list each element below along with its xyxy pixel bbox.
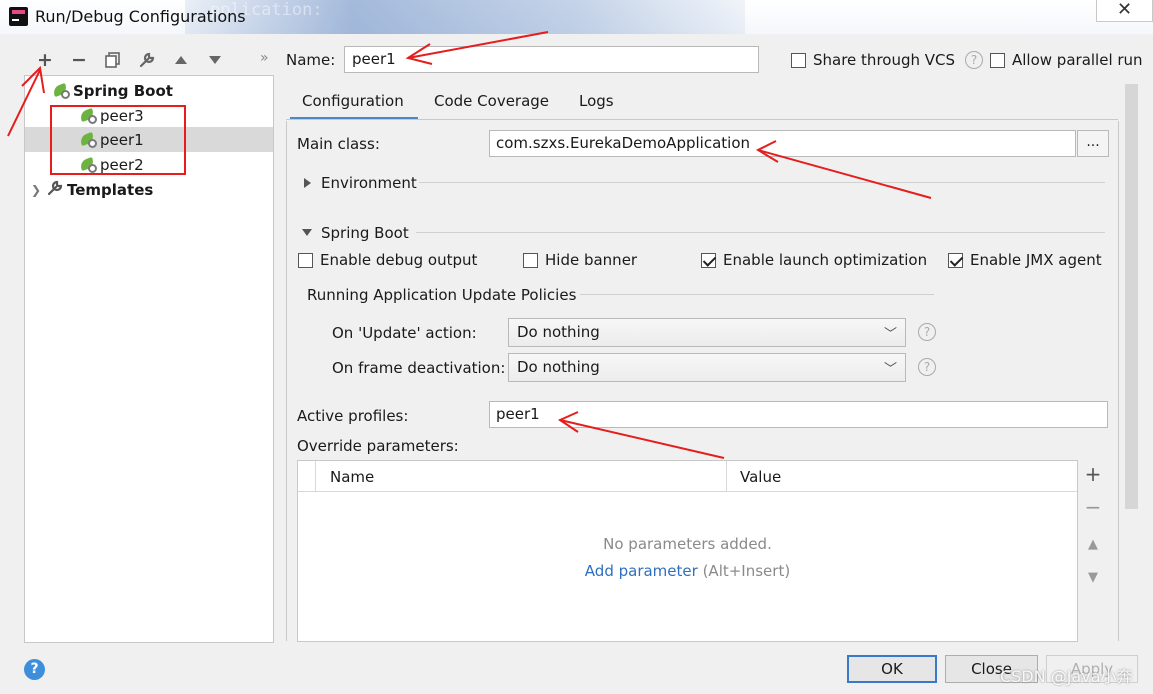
allow-parallel-label: Allow parallel run bbox=[1012, 51, 1143, 69]
table-header: Name Value bbox=[298, 461, 1077, 492]
checkbox-label: Enable debug output bbox=[320, 251, 478, 269]
active-profiles-label: Active profiles: bbox=[297, 407, 409, 425]
vertical-scrollbar[interactable] bbox=[1125, 84, 1138, 509]
on-update-label: On 'Update' action: bbox=[332, 324, 477, 342]
spring-boot-icon bbox=[51, 82, 70, 99]
column-header-value[interactable]: Value bbox=[740, 468, 781, 486]
add-parameter-link[interactable]: Add parameter bbox=[585, 562, 698, 580]
checkbox-label: Enable launch optimization bbox=[723, 251, 928, 269]
enable-launch-optimization-checkbox[interactable] bbox=[701, 252, 716, 268]
checkbox-label: Hide banner bbox=[545, 251, 638, 269]
chevron-right-icon[interactable]: ❯ bbox=[29, 183, 43, 197]
environment-section-label[interactable]: Environment bbox=[321, 174, 417, 192]
share-vcs-checkbox[interactable] bbox=[791, 52, 806, 68]
allow-parallel-checkbox[interactable] bbox=[990, 52, 1005, 68]
question-mark-icon[interactable]: ? bbox=[918, 323, 936, 341]
add-parameter-shortcut: (Alt+Insert) bbox=[702, 562, 791, 580]
tree-node-templates[interactable]: ❯ Templates bbox=[25, 177, 273, 202]
window-title: Run/Debug Configurations bbox=[35, 7, 246, 26]
main-class-field[interactable]: com.szxs.EurekaDemoApplication bbox=[489, 130, 1076, 157]
copy-icon bbox=[105, 52, 120, 68]
column-divider bbox=[315, 461, 316, 492]
question-mark-icon[interactable]: ? bbox=[965, 51, 984, 69]
parameters-side-toolbar: + − ▲ ▼ bbox=[1080, 462, 1106, 594]
tree-node-label: Templates bbox=[67, 180, 154, 199]
main-class-label: Main class: bbox=[297, 135, 380, 153]
select-value: Do nothing bbox=[517, 358, 600, 376]
enable-debug-output-checkbox[interactable] bbox=[298, 252, 313, 268]
column-divider bbox=[726, 461, 727, 492]
question-mark-icon[interactable]: ? bbox=[918, 358, 936, 376]
section-divider bbox=[416, 232, 1105, 233]
share-vcs-label: Share through VCS bbox=[813, 51, 956, 69]
on-update-select[interactable]: Do nothing ﹀ bbox=[508, 318, 906, 347]
enable-launch-optimization-option[interactable]: Enable launch optimization bbox=[701, 251, 927, 269]
on-frame-deactivation-select[interactable]: Do nothing ﹀ bbox=[508, 353, 906, 382]
name-label: Name: bbox=[286, 51, 336, 69]
column-header-name[interactable]: Name bbox=[330, 468, 374, 486]
tab-code-coverage[interactable]: Code Coverage bbox=[434, 84, 549, 120]
move-down-icon[interactable]: ▼ bbox=[1080, 561, 1106, 594]
wrench-icon bbox=[139, 52, 155, 68]
allow-parallel-option[interactable]: Allow parallel run bbox=[990, 51, 1143, 69]
environment-expand-icon[interactable] bbox=[304, 178, 311, 188]
browse-main-class-button[interactable]: ... bbox=[1077, 130, 1109, 157]
tree-node-spring-boot[interactable]: Spring Boot bbox=[25, 78, 273, 103]
share-vcs-option[interactable]: Share through VCS ? bbox=[791, 51, 984, 69]
chevron-down-icon: ﹀ bbox=[883, 327, 897, 342]
toolbar-overflow-icon[interactable]: » bbox=[260, 50, 269, 66]
watermark: CSDN @Java小奔 bbox=[1000, 667, 1133, 686]
move-down-button[interactable] bbox=[198, 47, 232, 73]
move-up-button[interactable] bbox=[164, 47, 198, 73]
hide-banner-option[interactable]: Hide banner bbox=[523, 251, 637, 269]
enable-debug-output-option[interactable]: Enable debug output bbox=[298, 251, 477, 269]
edit-templates-button[interactable] bbox=[130, 47, 164, 73]
add-parameter-row: Add parameter (Alt+Insert) bbox=[298, 562, 1077, 580]
chevron-down-icon: ﹀ bbox=[883, 362, 897, 377]
annotation-box bbox=[50, 105, 186, 175]
window-close-button[interactable]: ✕ bbox=[1096, 0, 1153, 22]
tab-configuration[interactable]: Configuration bbox=[290, 84, 418, 120]
triangle-up-icon bbox=[175, 56, 187, 64]
remove-parameter-icon[interactable]: − bbox=[1080, 495, 1106, 528]
help-icon[interactable]: ? bbox=[24, 659, 45, 680]
copy-configuration-button[interactable] bbox=[96, 47, 130, 73]
enable-jmx-agent-checkbox[interactable] bbox=[948, 252, 963, 268]
wrench-icon bbox=[47, 180, 63, 200]
name-field[interactable]: peer1 bbox=[344, 46, 759, 73]
spring-boot-section-label[interactable]: Spring Boot bbox=[321, 224, 409, 242]
tree-node-label: Spring Boot bbox=[73, 81, 173, 100]
active-profiles-field[interactable]: peer1 bbox=[489, 401, 1108, 428]
tab-logs[interactable]: Logs bbox=[579, 84, 614, 120]
parameters-table: Name Value No parameters added. Add para… bbox=[297, 460, 1078, 642]
empty-state-text: No parameters added. bbox=[603, 535, 772, 553]
override-parameters-label: Override parameters: bbox=[297, 437, 459, 455]
remove-configuration-button[interactable]: − bbox=[62, 47, 96, 73]
title-bar: pplication: Run/Debug Configurations ✕ bbox=[0, 0, 1153, 34]
config-toolbar: + − bbox=[28, 46, 232, 74]
intellij-app-icon bbox=[9, 7, 28, 26]
triangle-down-icon bbox=[209, 56, 221, 64]
ok-button[interactable]: OK bbox=[847, 655, 937, 683]
section-divider bbox=[419, 182, 1105, 183]
add-configuration-button[interactable]: + bbox=[28, 47, 62, 73]
spring-boot-collapse-icon[interactable] bbox=[302, 229, 312, 236]
on-frame-deactivation-label: On frame deactivation: bbox=[332, 359, 506, 377]
checkbox-label: Enable JMX agent bbox=[970, 251, 1102, 269]
update-policies-heading: Running Application Update Policies bbox=[307, 286, 577, 304]
select-value: Do nothing bbox=[517, 323, 600, 341]
enable-jmx-agent-option[interactable]: Enable JMX agent bbox=[948, 251, 1102, 269]
tab-divider bbox=[286, 119, 1118, 120]
section-divider bbox=[580, 294, 934, 295]
add-parameter-icon[interactable]: + bbox=[1080, 462, 1106, 495]
move-up-icon[interactable]: ▲ bbox=[1080, 528, 1106, 561]
hide-banner-checkbox[interactable] bbox=[523, 252, 538, 268]
